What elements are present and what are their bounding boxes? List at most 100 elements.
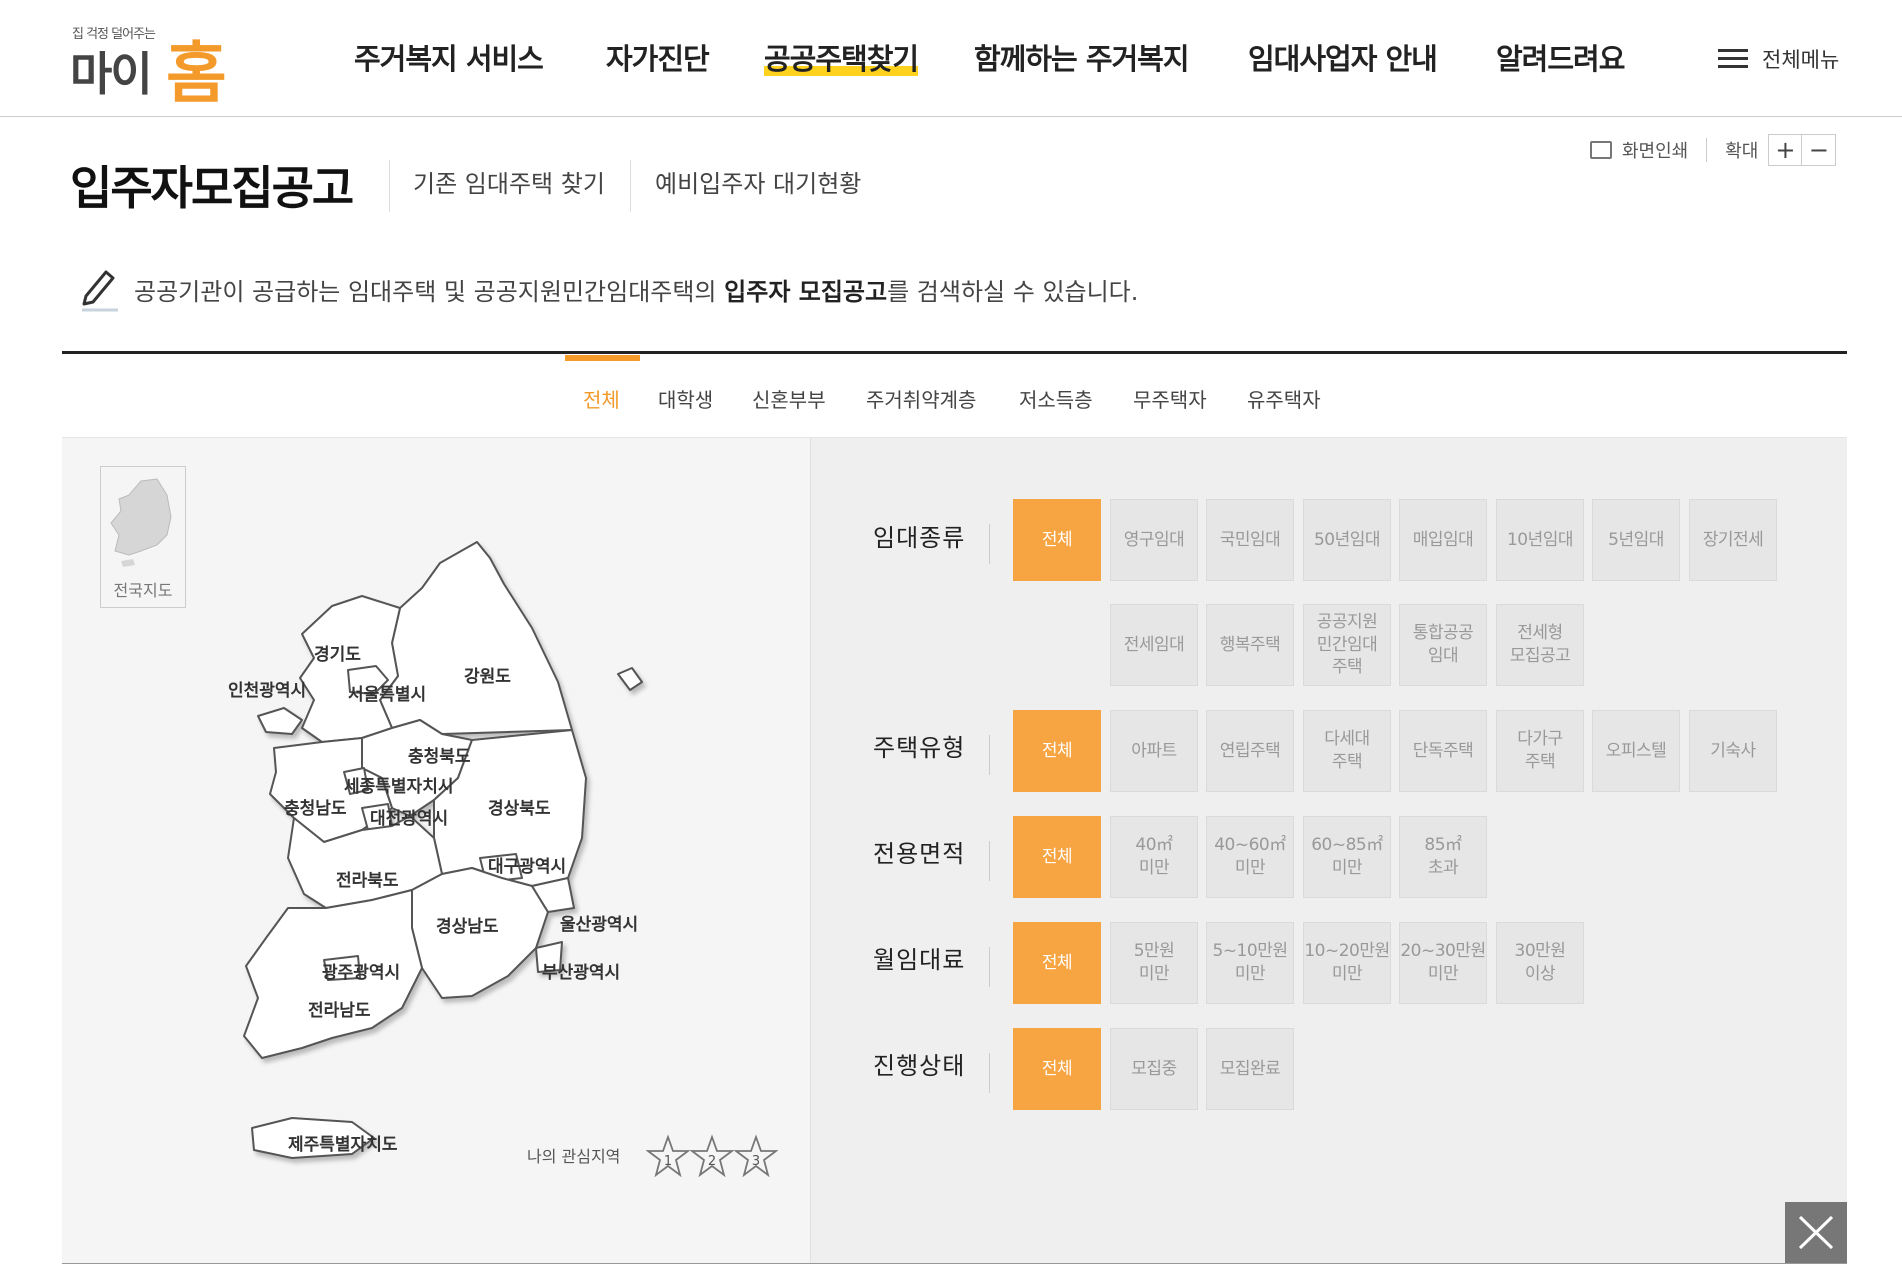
tab-vulnerable[interactable]: 주거취약계층 — [866, 384, 976, 413]
region-label-chungbuk[interactable]: 충청북도 — [408, 742, 471, 767]
filter-area-option[interactable]: 40㎡ 미만 — [1110, 816, 1198, 898]
filter-rent-type-option[interactable]: 50년임대 — [1303, 499, 1391, 581]
region-label-daejeon[interactable]: 대전광역시 — [370, 804, 448, 829]
filter-rent-option[interactable]: 30만원 이상 — [1496, 922, 1584, 1004]
filter-rent-type-option[interactable]: 공공지원 민간임대 주택 — [1303, 604, 1391, 686]
filter-house-type-option[interactable]: 전체 — [1013, 710, 1101, 792]
page-title: 입주자모집공고 — [70, 161, 354, 215]
filter-label-rent-type: 임대종류 — [873, 524, 966, 552]
filter-rent-type-option[interactable]: 장기전세 — [1689, 499, 1777, 581]
print-button[interactable]: 화면인쇄 — [1622, 137, 1688, 163]
filter-label-rent: 월임대료 — [873, 946, 966, 974]
page-tools: 화면인쇄 확대 + − — [1590, 134, 1837, 166]
region-label-gyeongbuk[interactable]: 경상북도 — [488, 794, 551, 819]
filter-rent-type-option[interactable]: 국민임대 — [1206, 499, 1294, 581]
divider — [989, 735, 990, 775]
filter-rent-type-option[interactable]: 영구임대 — [1110, 499, 1198, 581]
print-icon — [1590, 141, 1612, 159]
filter-rent-option[interactable]: 전체 — [1013, 922, 1101, 1004]
region-label-chungnam[interactable]: 충청남도 — [284, 794, 347, 819]
nav-housing-welfare-service[interactable]: 주거복지 서비스 — [354, 36, 544, 78]
filter-house-type-option[interactable]: 아파트 — [1110, 710, 1198, 792]
tab-homeless[interactable]: 무주택자 — [1133, 384, 1207, 413]
all-menu-button[interactable]: 전체메뉴 — [1718, 44, 1839, 74]
tab-homeowner[interactable]: 유주택자 — [1247, 384, 1321, 413]
region-label-seoul[interactable]: 서울특별시 — [348, 680, 426, 705]
filter-rent-type-option[interactable]: 10년임대 — [1496, 499, 1584, 581]
filter-house-type-option[interactable]: 다가구 주택 — [1496, 710, 1584, 792]
region-label-gangwon[interactable]: 강원도 — [464, 662, 511, 687]
active-tab-indicator — [565, 355, 640, 361]
region-label-jeonnam[interactable]: 전라남도 — [308, 996, 371, 1021]
filter-status-option[interactable]: 모집완료 — [1206, 1028, 1294, 1110]
filter-rent-type-option[interactable]: 통합공공 임대 — [1399, 604, 1487, 686]
filter-rent-type-option[interactable]: 5년임대 — [1592, 499, 1680, 581]
favorite-star-number: 2 — [708, 1154, 716, 1169]
zoom-in-button[interactable]: + — [1768, 134, 1803, 166]
region-label-gyeongnam[interactable]: 경상남도 — [436, 912, 499, 937]
pencil-icon — [82, 270, 118, 312]
region-label-incheon[interactable]: 인천광역시 — [228, 676, 306, 701]
region-shape-incheon[interactable] — [257, 707, 303, 735]
region-label-busan[interactable]: 부산광역시 — [542, 958, 620, 983]
filter-rent-option[interactable]: 10~20만원 미만 — [1303, 922, 1391, 1004]
filter-area-option[interactable]: 전체 — [1013, 816, 1101, 898]
filter-house-type-option[interactable]: 연립주택 — [1206, 710, 1294, 792]
region-label-jeju[interactable]: 제주특별자치도 — [288, 1130, 397, 1155]
filter-rent-option[interactable]: 5만원 미만 — [1110, 922, 1198, 1004]
link-waiting-status[interactable]: 예비입주자 대기현황 — [655, 164, 861, 199]
link-existing-rental[interactable]: 기존 임대주택 찾기 — [413, 164, 605, 199]
filter-area-option[interactable]: 40~60㎡ 미만 — [1206, 816, 1294, 898]
filter-house-type-option[interactable]: 다세대 주택 — [1303, 710, 1391, 792]
filter-area-option[interactable]: 85㎡ 초과 — [1399, 816, 1487, 898]
divider — [989, 1053, 990, 1093]
desc-text: 를 검색하실 수 있습니다. — [887, 278, 1139, 306]
nav-self-diagnosis[interactable]: 자가진단 — [606, 36, 710, 78]
filter-rent-option[interactable]: 20~30만원 미만 — [1399, 922, 1487, 1004]
region-label-daegu[interactable]: 대구광역시 — [488, 852, 566, 877]
favorite-star-icon[interactable]: 1 — [646, 1134, 690, 1178]
divider — [989, 947, 990, 987]
site-logo[interactable]: 집 걱정 덜어주는 마이 홈 — [70, 18, 230, 112]
tab-all[interactable]: 전체 — [583, 384, 620, 413]
search-panel: 전국지도 경기도 인천광역시 서울특별시 강원도 충청북도 세종특별자치시 충청… — [62, 437, 1847, 1264]
region-label-sejong[interactable]: 세종특별자치시 — [344, 772, 453, 797]
filter-house-type-option[interactable]: 기숙사 — [1689, 710, 1777, 792]
nav-landlord-guide[interactable]: 임대사업자 안내 — [1248, 36, 1438, 78]
close-panel-button[interactable] — [1785, 1202, 1847, 1263]
nav-together-welfare[interactable]: 함께하는 주거복지 — [974, 36, 1190, 78]
page-description: 공공기관이 공급하는 임대주택 및 공공지원민간임대주택의 입주자 모집공고를 … — [134, 272, 1138, 307]
filter-area: 임대종류 전체 영구임대 국민임대 50년임대 매입임대 10년임대 5년임대 … — [811, 438, 1847, 1264]
tab-low-income[interactable]: 저소득층 — [1019, 384, 1093, 413]
tab-newlyweds[interactable]: 신혼부부 — [752, 384, 826, 413]
nav-find-public-housing[interactable]: 공공주택찾기 — [764, 36, 919, 78]
all-menu-label: 전체메뉴 — [1762, 48, 1840, 72]
region-shape-gangwon[interactable] — [379, 541, 573, 735]
filter-area-option[interactable]: 60~85㎡ 미만 — [1303, 816, 1391, 898]
filter-rent-type-option[interactable]: 전체 — [1013, 499, 1101, 581]
filter-rent-type-option[interactable]: 행복주택 — [1206, 604, 1294, 686]
divider — [630, 160, 631, 212]
close-icon — [1798, 1215, 1834, 1250]
filter-house-type-option[interactable]: 오피스텔 — [1592, 710, 1680, 792]
region-label-jeonbuk[interactable]: 전라북도 — [336, 866, 399, 891]
site-header: 집 걱정 덜어주는 마이 홈 주거복지 서비스 자가진단 공공주택찾기 함께하는… — [0, 0, 1902, 117]
filter-rent-type-option[interactable]: 전세형 모집공고 — [1496, 604, 1584, 686]
filter-status-option[interactable]: 모집중 — [1110, 1028, 1198, 1110]
filter-status-option[interactable]: 전체 — [1013, 1028, 1101, 1110]
filter-label-house-type: 주택유형 — [873, 734, 966, 762]
favorite-star-icon[interactable]: 3 — [734, 1134, 778, 1178]
region-label-gwangju[interactable]: 광주광역시 — [322, 958, 400, 983]
zoom-out-button[interactable]: − — [1802, 134, 1837, 166]
region-shape-ulleung — [617, 667, 643, 691]
filter-house-type-option[interactable]: 단독주택 — [1399, 710, 1487, 792]
region-label-gyeonggi[interactable]: 경기도 — [314, 640, 361, 665]
favorite-regions-label: 나의 관심지역 — [527, 1147, 621, 1166]
tab-university-student[interactable]: 대학생 — [658, 384, 713, 413]
filter-rent-type-option[interactable]: 매입임대 — [1399, 499, 1487, 581]
favorite-star-icon[interactable]: 2 — [690, 1134, 734, 1178]
filter-rent-type-option[interactable]: 전세임대 — [1110, 604, 1198, 686]
nav-notices[interactable]: 알려드려요 — [1496, 36, 1625, 78]
filter-rent-option[interactable]: 5~10만원 미만 — [1206, 922, 1294, 1004]
region-label-ulsan[interactable]: 울산광역시 — [560, 910, 638, 935]
